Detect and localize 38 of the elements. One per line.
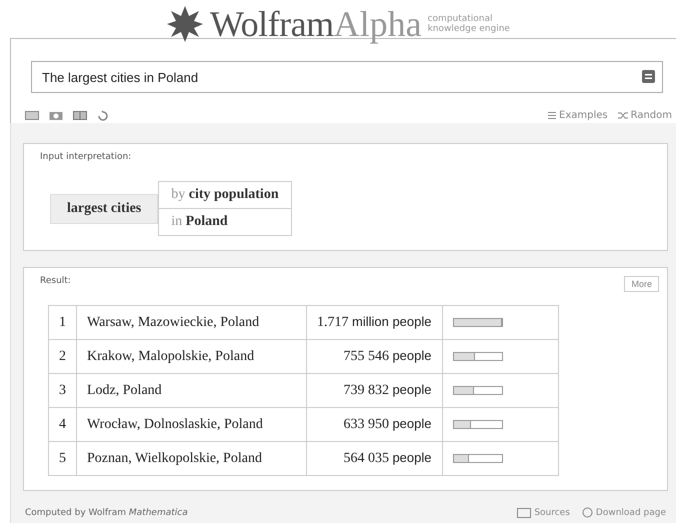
city-cell: Krakow, Malopolskie, Poland — [76, 340, 306, 374]
interpretation-qualifier: in Poland — [159, 208, 291, 235]
rank-cell: 5 — [48, 442, 76, 476]
interpretation-qualifier: by city population — [170, 186, 280, 204]
computed-by-text: Computed by Wolfram Mathematica — [25, 508, 188, 518]
keyboard-icon[interactable] — [25, 110, 39, 120]
rank-cell: 2 — [48, 340, 76, 374]
table-icon[interactable] — [73, 110, 87, 120]
rank-cell: 3 — [48, 374, 76, 408]
population-cell: 755 546 people — [306, 340, 442, 374]
city-cell: Wrocław, Dolnoslaskie, Poland — [76, 408, 306, 442]
star-logo-icon — [166, 5, 204, 43]
city-cell: Warsaw, Mazowieckie, Poland — [76, 306, 306, 340]
refresh-icon[interactable] — [97, 110, 109, 120]
population-cell: 564 035 people — [306, 442, 442, 476]
camera-icon[interactable] — [49, 110, 63, 120]
population-cell: 739 832 people — [306, 374, 442, 408]
interpretation-main: largest cities — [50, 194, 158, 224]
shuffle-icon — [618, 112, 628, 118]
tagline-text: computational — [428, 14, 494, 24]
list-icon — [548, 112, 556, 118]
rank-cell: 4 — [48, 408, 76, 442]
equals-icon[interactable] — [642, 70, 655, 83]
search-field[interactable]: The largest cities in Poland — [31, 61, 663, 93]
population-cell: 633 950 people — [306, 408, 442, 442]
tagline-text: knowledge engine — [428, 24, 510, 34]
rank-cell: 1 — [48, 306, 76, 340]
pod-title: Result: — [40, 276, 71, 287]
random-link[interactable]: Random — [618, 110, 672, 120]
examples-link[interactable]: Examples — [548, 110, 608, 120]
city-cell: Poznan, Wielkopolskie, Poland — [76, 442, 306, 476]
sources-link[interactable]: Sources — [517, 507, 570, 518]
city-cell: Lodz, Poland — [76, 374, 306, 408]
more-button[interactable]: More — [624, 276, 659, 292]
download-link[interactable]: Download page — [582, 507, 666, 518]
pod-title: Input interpretation: — [40, 152, 132, 163]
logo-text: WolframAlpha — [210, 6, 422, 42]
population-cell: 1.717 million people — [306, 306, 442, 340]
